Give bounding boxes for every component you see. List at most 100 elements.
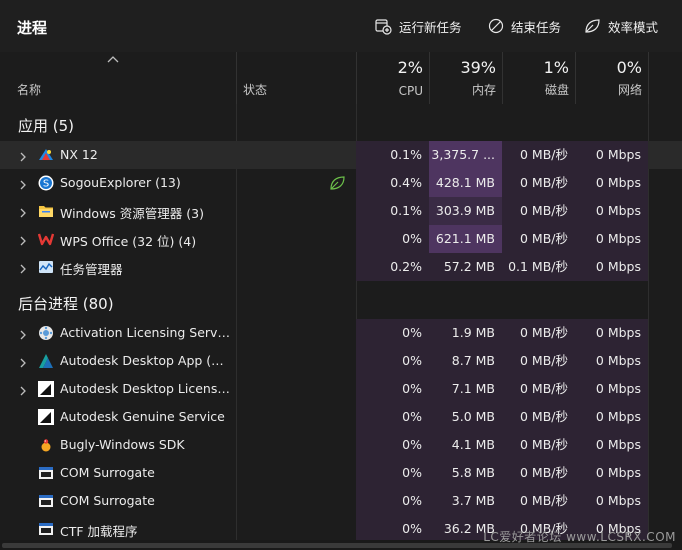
process-name: CTF 加载程序 <box>60 524 138 539</box>
chevron-right-icon[interactable] <box>19 328 27 343</box>
disk-value: 0 MB/秒 <box>502 487 575 515</box>
process-name: SogouExplorer (13) <box>60 175 181 190</box>
chevron-right-icon[interactable] <box>19 150 27 165</box>
network-value: 0 Mbps <box>575 431 648 459</box>
status-column-header[interactable]: 状态 <box>236 52 356 104</box>
memory-value: 57.2 MB <box>429 253 502 281</box>
folder-icon <box>38 203 54 219</box>
process-row[interactable]: 任务管理器 0.2% 57.2 MB 0.1 MB/秒 0 Mbps <box>0 253 682 281</box>
memory-value: 303.9 MB <box>429 197 502 225</box>
process-row[interactable]: NX 12 0.1% 3,375.7 ... 0 MB/秒 0 Mbps <box>0 141 682 169</box>
process-name: Autodesk Desktop Licensin... <box>60 381 230 396</box>
process-row[interactable]: Autodesk Desktop Licensin... 0% 7.1 MB 0 MB… <box>0 375 682 403</box>
cpu-value: 0% <box>356 459 429 487</box>
process-row[interactable]: Autodesk Genuine Service 0% 5.0 MB 0 MB/秒 0 … <box>0 403 682 431</box>
autodesk-app-icon <box>38 353 54 369</box>
process-row[interactable]: Autodesk Desktop App (32... 0% 8.7 MB 0 MB/… <box>0 347 682 375</box>
disk-value: 0 MB/秒 <box>502 141 575 169</box>
license-service-icon <box>38 325 54 341</box>
chevron-right-icon[interactable] <box>19 234 27 249</box>
autodesk-icon <box>38 381 54 397</box>
process-row[interactable]: Windows 资源管理器 (3) 0.1% 303.9 MB 0 MB/秒 0 Mbp… <box>0 197 682 225</box>
memory-column-header[interactable]: 39% 内存 <box>429 52 502 104</box>
disk-column-header[interactable]: 1% 磁盘 <box>502 52 575 104</box>
apps-group-title: 应用 (5) <box>18 117 75 135</box>
process-name: 任务管理器 <box>60 262 123 277</box>
efficiency-mode-button[interactable]: 效率模式 <box>584 17 658 35</box>
network-value: 0 Mbps <box>575 169 648 197</box>
memory-value: 3,375.7 ... <box>429 141 502 169</box>
cpu-value: 0% <box>356 319 429 347</box>
window-app-icon <box>38 493 54 509</box>
memory-total-percent: 39% <box>460 58 496 77</box>
memory-value: 428.1 MB <box>429 169 502 197</box>
process-name: WPS Office (32 位) (4) <box>60 234 197 249</box>
cpu-value: 0.1% <box>356 141 429 169</box>
page-title: 进程 <box>17 19 48 37</box>
cpu-value: 0% <box>356 347 429 375</box>
process-row[interactable]: WPS Office (32 位) (4) 0% 621.1 MB 0 MB/秒 0 M… <box>0 225 682 253</box>
process-name: Windows 资源管理器 (3) <box>60 206 204 221</box>
cpu-value: 0% <box>356 403 429 431</box>
efficiency-leaf-icon <box>585 19 600 33</box>
network-value: 0 Mbps <box>575 253 648 281</box>
disk-value: 0 MB/秒 <box>502 225 575 253</box>
run-new-task-button[interactable]: 运行新任务 <box>375 17 462 35</box>
disk-column-label: 磁盘 <box>544 83 569 97</box>
process-list: 应用 (5) 后台进程 (80) NX 12 0.1% 3,375.7 ... 0 M… <box>0 104 682 540</box>
disk-value: 0 MB/秒 <box>502 375 575 403</box>
end-task-icon <box>488 18 504 34</box>
process-name: COM Surrogate <box>60 465 155 480</box>
task-manager-icon <box>38 259 54 275</box>
bugly-icon <box>38 437 54 453</box>
apps-group-header[interactable]: 应用 (5) <box>0 104 682 144</box>
network-value: 0 Mbps <box>575 347 648 375</box>
name-column-header[interactable]: 名称 <box>0 52 236 104</box>
network-value: 0 Mbps <box>575 459 648 487</box>
network-column-header[interactable]: 0% 网络 <box>575 52 648 104</box>
cpu-value: 0.4% <box>356 169 429 197</box>
process-row[interactable]: COM Surrogate 0% 5.8 MB 0 MB/秒 0 Mbps <box>0 459 682 487</box>
run-new-task-label: 运行新任务 <box>399 19 462 35</box>
process-name: NX 12 <box>60 147 98 162</box>
background-group-header[interactable]: 后台进程 (80) <box>0 282 682 322</box>
chevron-right-icon[interactable] <box>19 178 27 193</box>
network-column-label: 网络 <box>617 83 642 97</box>
network-value: 0 Mbps <box>575 375 648 403</box>
cpu-value: 0% <box>356 515 429 540</box>
column-header: 名称 状态 2% CPU 39% 内存 1% 磁盘 0% 网络 <box>0 52 682 104</box>
process-row[interactable]: Bugly-Windows SDK 0% 4.1 MB 0 MB/秒 0 Mbps <box>0 431 682 459</box>
chevron-right-icon[interactable] <box>19 262 27 277</box>
disk-value: 0 MB/秒 <box>502 319 575 347</box>
window-app-icon <box>38 465 54 481</box>
window-app-icon <box>38 521 54 537</box>
process-row[interactable]: Activation Licensing Service... 0% 1.9 MB 0… <box>0 319 682 347</box>
network-value: 0 Mbps <box>575 141 648 169</box>
process-name: Autodesk Desktop App (32... <box>60 353 230 368</box>
network-value: 0 Mbps <box>575 403 648 431</box>
toolbar: 进程 运行新任务 结束任务 效率模式 <box>0 0 682 52</box>
end-task-label: 结束任务 <box>511 19 562 35</box>
process-row[interactable]: S SogouExplorer (13) 0.4% 428.1 MB 0 MB/秒 0 M… <box>0 169 682 197</box>
cpu-value: 0% <box>356 375 429 403</box>
chevron-right-icon[interactable] <box>19 384 27 399</box>
sogou-icon: S <box>38 175 54 191</box>
memory-value: 7.1 MB <box>429 375 502 403</box>
cpu-column-header[interactable]: 2% CPU <box>356 52 429 104</box>
disk-value: 0 MB/秒 <box>502 197 575 225</box>
network-value: 0 Mbps <box>575 197 648 225</box>
cpu-value: 0% <box>356 487 429 515</box>
cpu-column-label: CPU <box>398 84 423 98</box>
end-task-button[interactable]: 结束任务 <box>488 17 561 35</box>
memory-value: 8.7 MB <box>429 347 502 375</box>
disk-value: 0 MB/秒 <box>502 403 575 431</box>
process-row[interactable]: COM Surrogate 0% 3.7 MB 0 MB/秒 0 Mbps <box>0 487 682 515</box>
memory-value: 1.9 MB <box>429 319 502 347</box>
nx-icon <box>38 147 54 163</box>
cpu-value: 0.1% <box>356 197 429 225</box>
autodesk-icon <box>38 409 54 425</box>
chevron-right-icon[interactable] <box>19 356 27 371</box>
chevron-right-icon[interactable] <box>19 206 27 221</box>
disk-value: 0.1 MB/秒 <box>502 253 575 281</box>
memory-value: 4.1 MB <box>429 431 502 459</box>
